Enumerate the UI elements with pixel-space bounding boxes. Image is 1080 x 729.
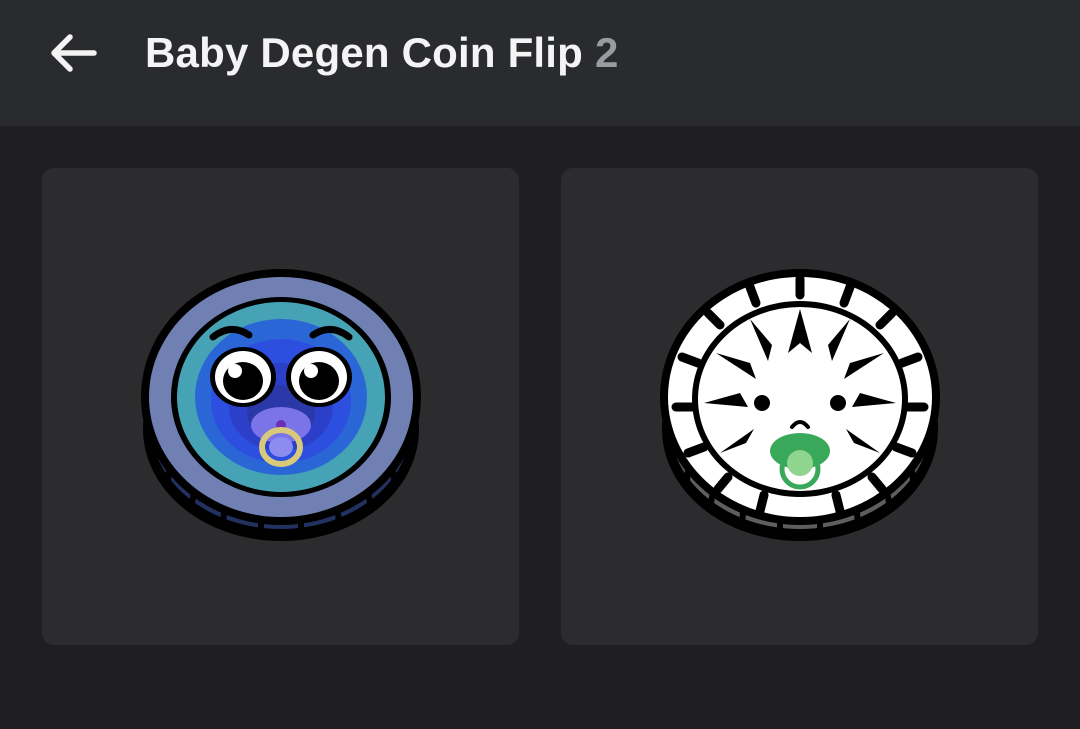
item-count: 2	[595, 29, 619, 76]
coin-card-blue[interactable]	[42, 168, 519, 645]
arrow-left-icon	[51, 34, 97, 72]
collection-title: Baby Degen Coin Flip	[145, 29, 584, 76]
back-button[interactable]	[40, 24, 106, 82]
blue-baby-coin-icon	[140, 268, 421, 541]
page-title: Baby Degen Coin Flip 2	[145, 26, 619, 80]
top-bar: Baby Degen Coin Flip 2	[0, 0, 1080, 126]
coin-card-zebra[interactable]	[561, 168, 1038, 645]
zebra-baby-coin-icon	[659, 268, 940, 541]
